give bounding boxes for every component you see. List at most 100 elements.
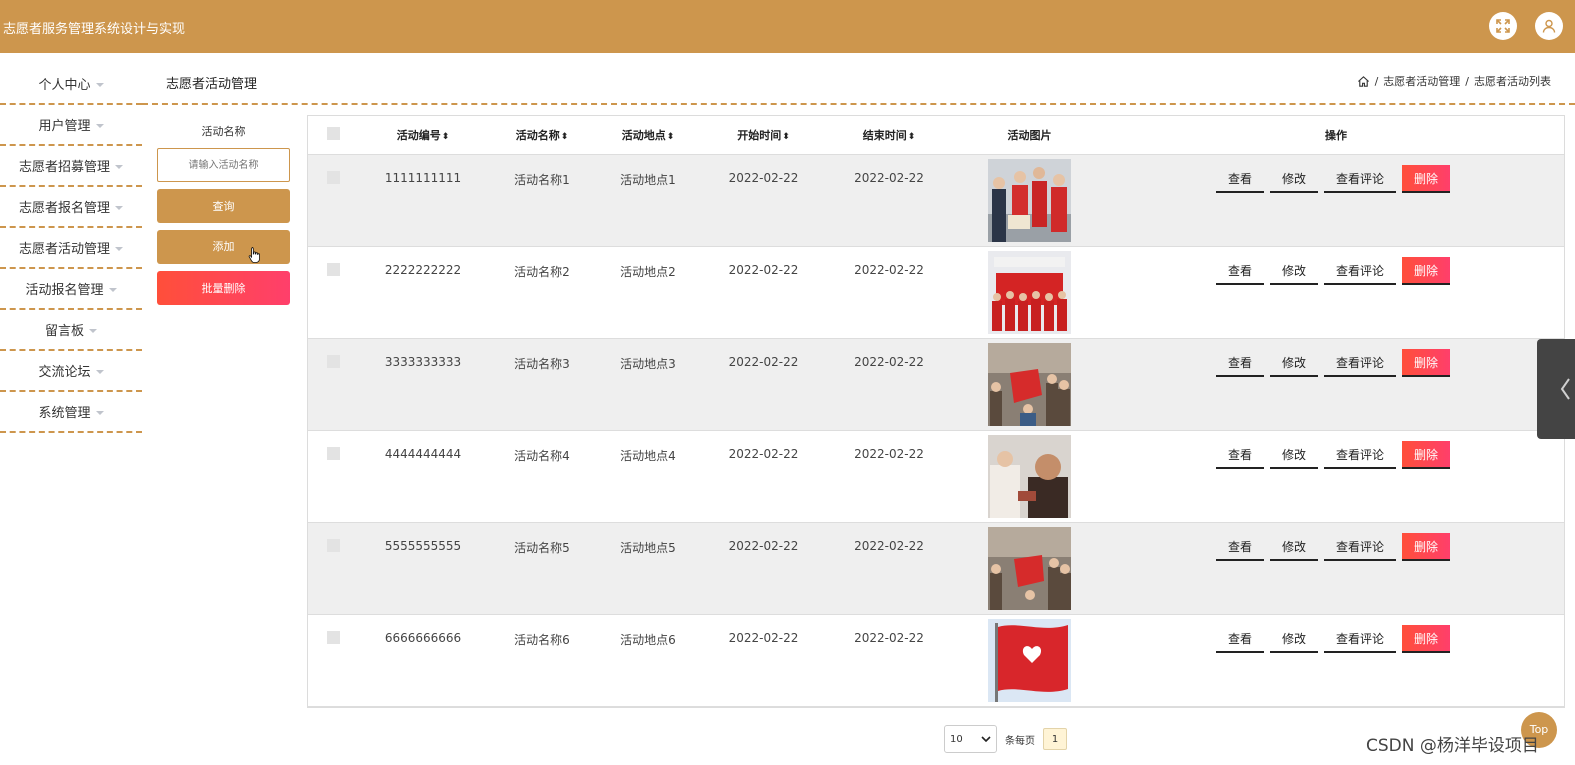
view-button[interactable]: 查看 <box>1215 625 1264 653</box>
column-header-start[interactable]: 开始时间⬍ <box>700 116 827 155</box>
row-select-cell[interactable] <box>308 522 358 615</box>
edit-button[interactable]: 修改 <box>1269 625 1318 653</box>
view-comments-button[interactable]: 查看评论 <box>1324 441 1397 469</box>
sidebar-item-recruitment[interactable]: 志愿者招募管理 <box>0 146 142 187</box>
sidebar-item-label: 留言板 <box>44 324 84 339</box>
row-checkbox[interactable] <box>326 170 340 184</box>
cell-start: 2022-02-22 <box>700 430 827 523</box>
sidebar-item-activity-signup[interactable]: 活动报名管理 <box>0 269 142 310</box>
row-checkbox[interactable] <box>326 262 340 276</box>
cell-place: 活动地点6 <box>596 614 700 707</box>
activity-name-label: 活动名称 <box>201 125 246 138</box>
sidebar-item-registration[interactable]: 志愿者报名管理 <box>0 187 142 228</box>
caret-down-icon <box>95 123 104 128</box>
sort-icon[interactable]: ⬍ <box>782 132 790 142</box>
view-comments-button[interactable]: 查看评论 <box>1324 165 1397 193</box>
cell-code: 4444444444 <box>358 430 488 523</box>
side-drawer-toggle[interactable] <box>1537 339 1575 439</box>
view-button[interactable]: 查看 <box>1215 349 1264 377</box>
activity-photo[interactable] <box>988 158 1071 242</box>
volunteer-flag-image[interactable] <box>988 618 1071 702</box>
column-header-place[interactable]: 活动地点⬍ <box>596 116 700 155</box>
row-checkbox[interactable] <box>326 538 340 552</box>
query-button[interactable]: 查询 <box>157 189 290 223</box>
row-select-cell[interactable] <box>308 154 358 247</box>
row-select-cell[interactable] <box>308 246 358 339</box>
add-button[interactable]: 添加 <box>157 230 290 264</box>
fullscreen-icon[interactable] <box>1489 12 1517 40</box>
row-checkbox[interactable] <box>326 354 340 368</box>
sort-icon[interactable]: ⬍ <box>561 132 569 142</box>
column-header-end[interactable]: 结束时间⬍ <box>827 116 951 155</box>
home-icon[interactable] <box>1357 75 1370 88</box>
column-header-code[interactable]: 活动编号⬍ <box>358 116 488 155</box>
pagination: 10 条每页 1 <box>944 725 1067 753</box>
cell-name: 活动名称2 <box>488 246 596 339</box>
cell-image <box>951 338 1108 431</box>
caret-down-icon <box>95 82 104 87</box>
activity-name-search-input[interactable] <box>157 148 290 182</box>
view-comments-button[interactable]: 查看评论 <box>1324 257 1397 285</box>
select-all-checkbox[interactable] <box>326 126 340 140</box>
cell-start: 2022-02-22 <box>700 522 827 615</box>
row-select-cell[interactable] <box>308 614 358 707</box>
cell-actions: 查看 修改 查看评论 删除 <box>1108 614 1564 707</box>
cell-code: 2222222222 <box>358 246 488 339</box>
table-row: 2222222222 活动名称2 活动地点2 2022-02-22 2022-0… <box>308 246 1564 339</box>
activity-photo[interactable] <box>988 342 1071 426</box>
sidebar-item-user-management[interactable]: 用户管理 <box>0 105 142 146</box>
page-size-select[interactable]: 10 <box>944 725 997 753</box>
activity-photo[interactable] <box>988 250 1071 334</box>
row-select-cell[interactable] <box>308 430 358 523</box>
view-button[interactable]: 查看 <box>1215 257 1264 285</box>
view-comments-button[interactable]: 查看评论 <box>1324 625 1397 653</box>
cell-image <box>951 154 1108 247</box>
row-checkbox[interactable] <box>326 446 340 460</box>
edit-button[interactable]: 修改 <box>1269 441 1318 469</box>
sidebar: 个人中心 用户管理 志愿者招募管理 志愿者报名管理 志愿者活动管理 活动报名管理… <box>0 64 142 433</box>
row-select-cell[interactable] <box>308 338 358 431</box>
row-checkbox[interactable] <box>326 630 340 644</box>
table-row: 6666666666 活动名称6 活动地点6 2022-02-22 2022-0… <box>308 614 1564 707</box>
activity-photo[interactable] <box>988 434 1071 518</box>
cell-start: 2022-02-22 <box>700 246 827 339</box>
sort-icon[interactable]: ⬍ <box>442 132 450 142</box>
select-all-header[interactable] <box>308 116 358 155</box>
sort-icon[interactable]: ⬍ <box>908 132 916 142</box>
caret-down-icon <box>108 287 117 292</box>
delete-button[interactable]: 删除 <box>1402 348 1451 377</box>
cell-name: 活动名称6 <box>488 614 596 707</box>
sidebar-item-forum[interactable]: 交流论坛 <box>0 351 142 392</box>
delete-button[interactable]: 删除 <box>1402 532 1451 561</box>
view-comments-button[interactable]: 查看评论 <box>1324 349 1397 377</box>
delete-button[interactable]: 删除 <box>1402 624 1451 653</box>
activity-table: 活动编号⬍ 活动名称⬍ 活动地点⬍ 开始时间⬍ 结束时间⬍ 活动图片 操作 11… <box>307 115 1565 708</box>
view-button[interactable]: 查看 <box>1215 533 1264 561</box>
edit-button[interactable]: 修改 <box>1269 533 1318 561</box>
breadcrumb-item-activity-management[interactable]: 志愿者活动管理 <box>1383 73 1460 89</box>
breadcrumb-separator: / <box>1374 74 1379 88</box>
batch-delete-button[interactable]: 批量删除 <box>157 271 290 305</box>
view-button[interactable]: 查看 <box>1215 165 1264 193</box>
edit-button[interactable]: 修改 <box>1269 257 1318 285</box>
delete-button[interactable]: 删除 <box>1402 440 1451 469</box>
sort-icon[interactable]: ⬍ <box>667 132 675 142</box>
sidebar-item-system[interactable]: 系统管理 <box>0 392 142 433</box>
column-header-name[interactable]: 活动名称⬍ <box>488 116 596 155</box>
breadcrumb-item-activity-list: 志愿者活动列表 <box>1474 75 1551 88</box>
view-button[interactable]: 查看 <box>1215 441 1264 469</box>
delete-button[interactable]: 删除 <box>1402 164 1451 193</box>
view-comments-button[interactable]: 查看评论 <box>1324 533 1397 561</box>
sidebar-item-personal-center[interactable]: 个人中心 <box>0 64 142 105</box>
page-number-current[interactable]: 1 <box>1043 728 1067 750</box>
sidebar-item-label: 志愿者报名管理 <box>18 201 110 216</box>
edit-button[interactable]: 修改 <box>1269 165 1318 193</box>
sidebar-item-message-board[interactable]: 留言板 <box>0 310 142 351</box>
watermark: CSDN @杨洋毕设项目 <box>1366 736 1539 756</box>
delete-button[interactable]: 删除 <box>1402 256 1451 285</box>
cell-actions: 查看 修改 查看评论 删除 <box>1108 338 1564 431</box>
sidebar-item-activity[interactable]: 志愿者活动管理 <box>0 228 142 269</box>
edit-button[interactable]: 修改 <box>1269 349 1318 377</box>
activity-photo[interactable] <box>988 526 1071 610</box>
user-avatar-icon[interactable] <box>1535 12 1563 40</box>
